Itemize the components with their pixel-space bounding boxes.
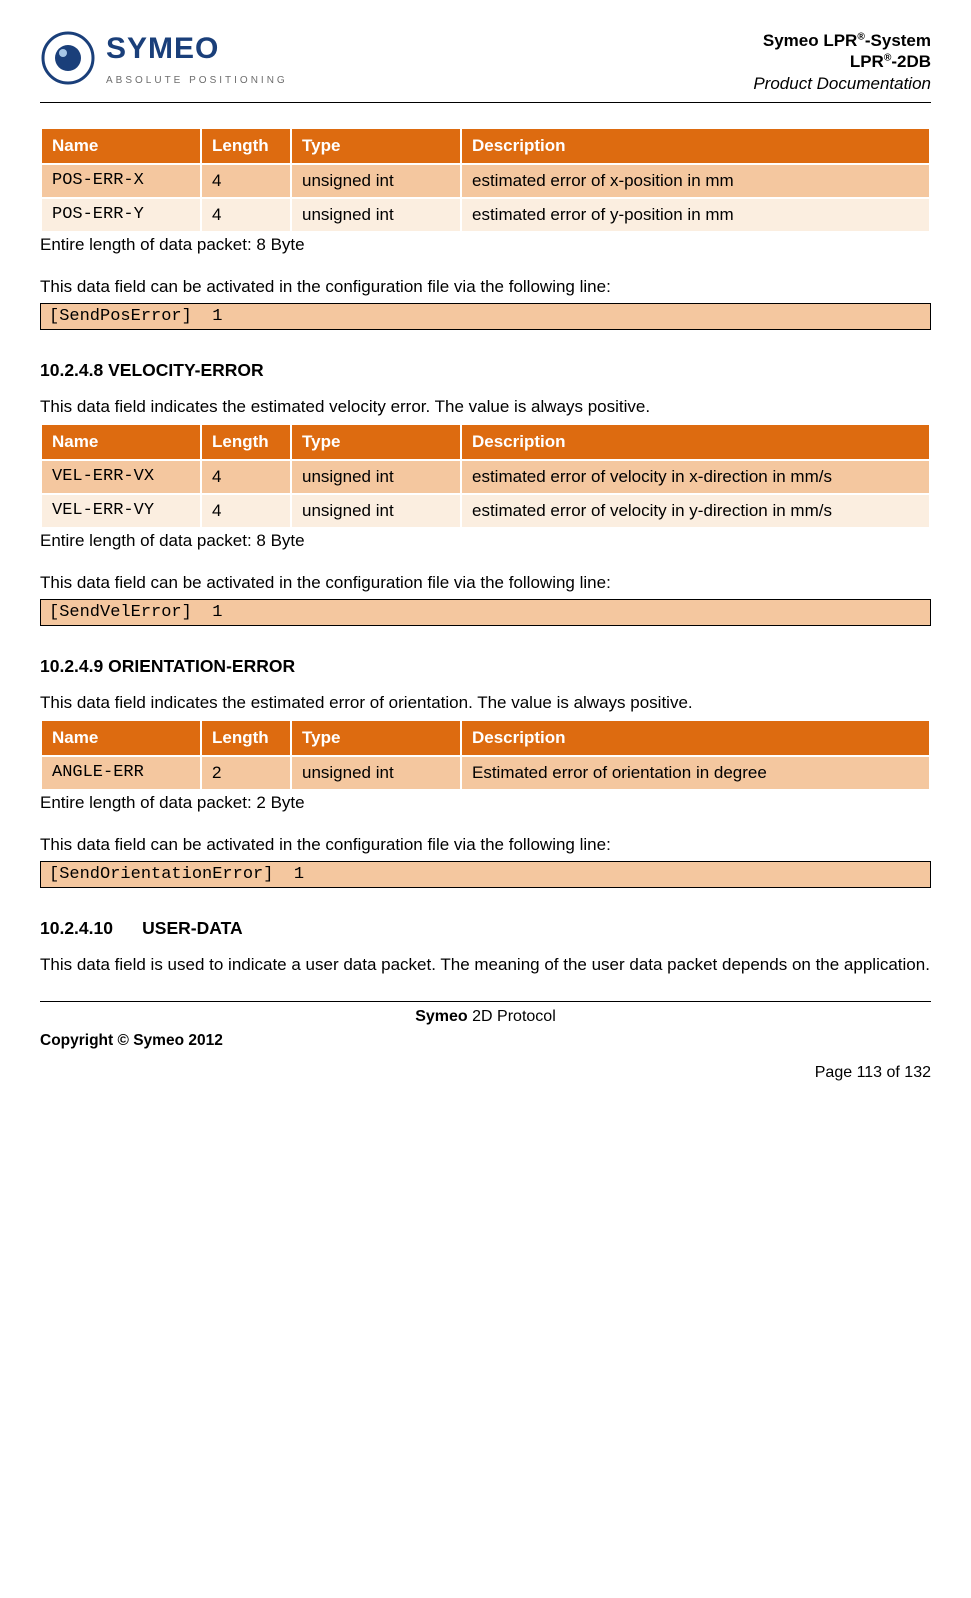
orientation-error-table: Name Length Type Description ANGLE-ERR 2… — [40, 719, 931, 791]
cell-len: 2 — [201, 756, 291, 790]
cell-desc: estimated error of velocity in y-directi… — [461, 494, 930, 528]
logo-block: SYMEO ABSOLUTE POSITIONING — [40, 30, 288, 86]
footer-page: Page 113 of 132 — [40, 1064, 931, 1082]
header-right: Symeo LPR®-System LPR®-2DB Product Docum… — [753, 30, 931, 94]
th-desc: Description — [461, 424, 930, 460]
config-intro: This data field can be activated in the … — [40, 835, 931, 855]
cell-len: 4 — [201, 198, 291, 232]
th-len: Length — [201, 720, 291, 756]
cell-name: VEL-ERR-VY — [41, 494, 201, 528]
footer-rule — [40, 1001, 931, 1002]
table-row: VEL-ERR-VX 4 unsigned int estimated erro… — [41, 460, 930, 494]
cell-len: 4 — [201, 494, 291, 528]
th-name: Name — [41, 128, 201, 164]
header-rule — [40, 102, 931, 103]
vel-error-table: Name Length Type Description VEL-ERR-VX … — [40, 423, 931, 529]
cell-desc: estimated error of velocity in x-directi… — [461, 460, 930, 494]
th-desc: Description — [461, 128, 930, 164]
th-name: Name — [41, 720, 201, 756]
cell-desc: estimated error of x-position in mm — [461, 164, 930, 198]
cell-len: 4 — [201, 164, 291, 198]
cell-name: POS-ERR-X — [41, 164, 201, 198]
packet-length-note: Entire length of data packet: 2 Byte — [40, 793, 931, 813]
cell-type: unsigned int — [291, 198, 461, 232]
cell-desc: Estimated error of orientation in degree — [461, 756, 930, 790]
th-type: Type — [291, 720, 461, 756]
footer-copyright: Copyright © Symeo 2012 — [40, 1032, 931, 1050]
table-row: POS-ERR-X 4 unsigned int estimated error… — [41, 164, 930, 198]
table-row: ANGLE-ERR 2 unsigned int Estimated error… — [41, 756, 930, 790]
packet-length-note: Entire length of data packet: 8 Byte — [40, 531, 931, 551]
cell-len: 4 — [201, 460, 291, 494]
cell-desc: estimated error of y-position in mm — [461, 198, 930, 232]
section-intro: This data field indicates the estimated … — [40, 693, 931, 713]
table-row: VEL-ERR-VY 4 unsigned int estimated erro… — [41, 494, 930, 528]
section-heading-user-data: 10.2.4.10 USER-DATA — [40, 918, 931, 939]
config-intro: This data field can be activated in the … — [40, 277, 931, 297]
config-code: [SendOrientationError] 1 — [40, 861, 931, 888]
config-intro: This data field can be activated in the … — [40, 573, 931, 593]
th-name: Name — [41, 424, 201, 460]
th-len: Length — [201, 128, 291, 164]
pos-error-table: Name Length Type Description POS-ERR-X 4… — [40, 127, 931, 233]
cell-name: VEL-ERR-VX — [41, 460, 201, 494]
cell-type: unsigned int — [291, 494, 461, 528]
th-type: Type — [291, 128, 461, 164]
config-code: [SendVelError] 1 — [40, 599, 931, 626]
cell-type: unsigned int — [291, 756, 461, 790]
section-intro: This data field indicates the estimated … — [40, 397, 931, 417]
packet-length-note: Entire length of data packet: 8 Byte — [40, 235, 931, 255]
section-heading-orientation-error: 10.2.4.9 ORIENTATION-ERROR — [40, 656, 931, 677]
config-code: [SendPosError] 1 — [40, 303, 931, 330]
table-row: POS-ERR-Y 4 unsigned int estimated error… — [41, 198, 930, 232]
logo-text-icon: SYMEO — [106, 30, 266, 68]
logo-icon — [40, 30, 96, 86]
th-desc: Description — [461, 720, 930, 756]
section-intro: This data field is used to indicate a us… — [40, 955, 931, 975]
section-heading-velocity-error: 10.2.4.8 VELOCITY-ERROR — [40, 360, 931, 381]
cell-name: ANGLE-ERR — [41, 756, 201, 790]
footer-center: Symeo 2D Protocol — [40, 1008, 931, 1026]
th-len: Length — [201, 424, 291, 460]
svg-text:SYMEO: SYMEO — [106, 32, 219, 65]
logo-tagline: ABSOLUTE POSITIONING — [106, 75, 288, 86]
cell-type: unsigned int — [291, 164, 461, 198]
cell-name: POS-ERR-Y — [41, 198, 201, 232]
cell-type: unsigned int — [291, 460, 461, 494]
th-type: Type — [291, 424, 461, 460]
